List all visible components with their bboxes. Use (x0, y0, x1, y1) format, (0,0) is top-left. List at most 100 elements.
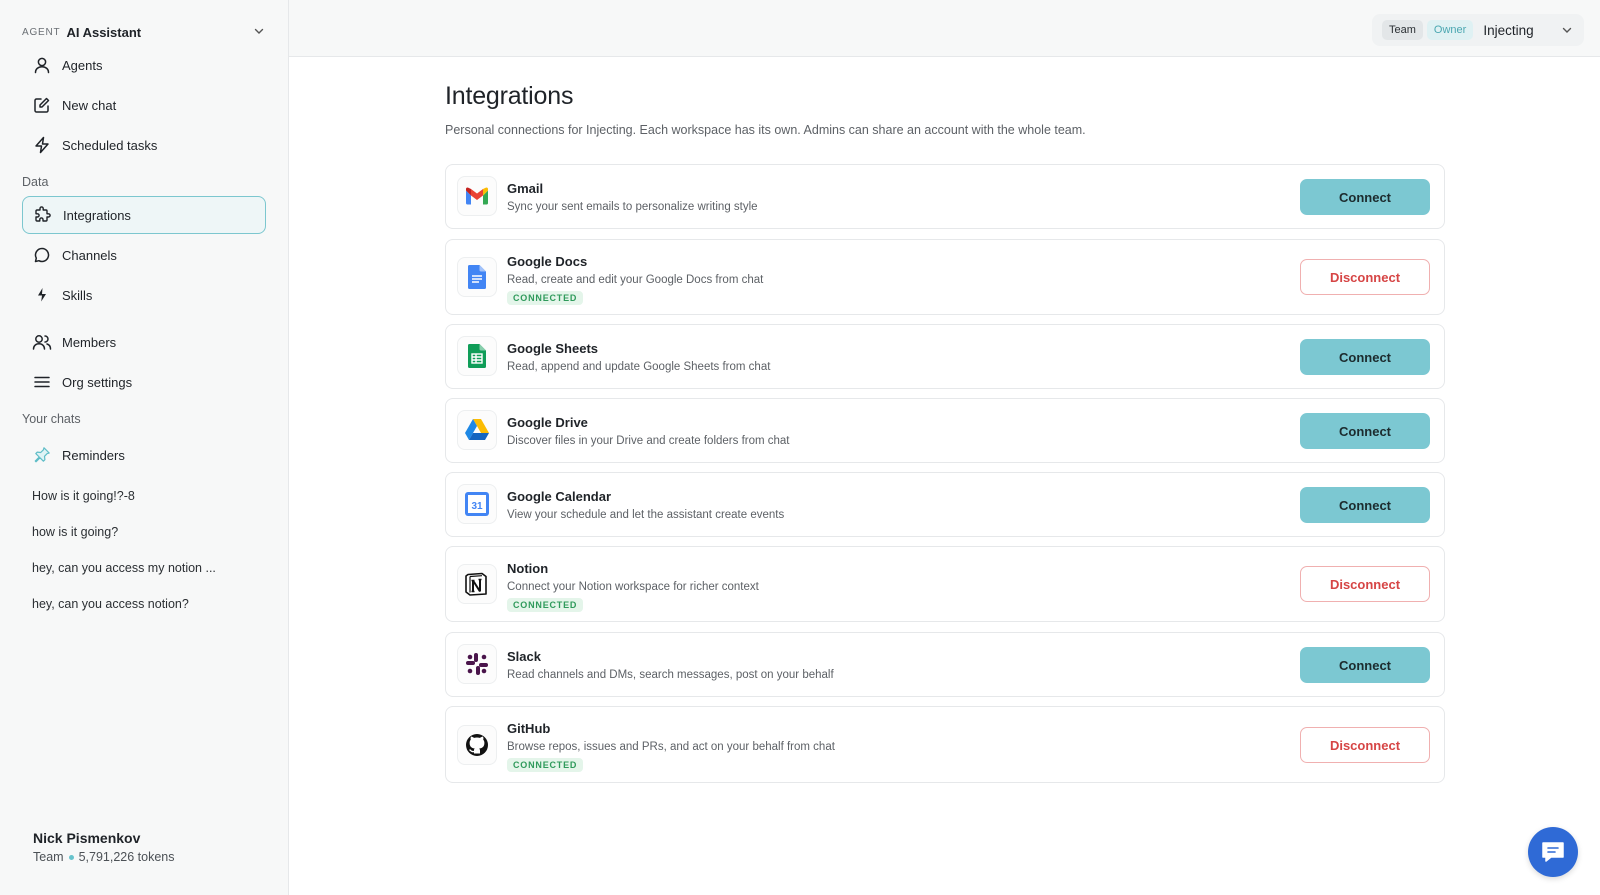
google-calendar-icon: 31 (457, 484, 497, 524)
integration-name: Google Sheets (507, 341, 599, 356)
connect-google-calendar-button[interactable]: Connect (1300, 487, 1430, 523)
integration-name: Google Drive (507, 415, 588, 430)
chat-history-item[interactable]: How is it going!?-8 (32, 489, 262, 503)
connect-google-drive-button[interactable]: Connect (1300, 413, 1430, 449)
sidebar-item-skills[interactable]: Skills (22, 276, 266, 314)
user-plan: Team (33, 850, 64, 864)
integration-card-github: GitHub Browse repos, issues and PRs, and… (445, 706, 1445, 783)
slack-icon (457, 644, 497, 684)
sidebar-item-label: Scheduled tasks (62, 137, 158, 153)
page-header: Integrations Personal connections for In… (445, 82, 1445, 137)
person-icon (32, 55, 52, 75)
workspace-name: Injecting (1483, 22, 1534, 38)
integration-card-google-calendar: 31 Google Calendar View your schedule an… (445, 472, 1445, 537)
integration-name: Gmail (507, 181, 544, 196)
support-chat-button[interactable] (1528, 827, 1578, 877)
calendar-day-number: 31 (471, 501, 483, 512)
integration-description: Read, create and edit your Google Docs f… (507, 274, 764, 286)
sidebar-item-members[interactable]: Members (22, 323, 266, 361)
team-badge: Team (1382, 20, 1423, 40)
disconnect-github-button[interactable]: Disconnect (1300, 727, 1430, 763)
integration-text: Gmail Sync your sent emails to personali… (507, 181, 758, 213)
agent-selector[interactable]: AGENT AI Assistant (22, 22, 266, 42)
pin-icon (32, 445, 52, 465)
integration-card-google-docs: Google Docs Read, create and edit your G… (445, 239, 1445, 315)
workspace-switcher[interactable]: Team Owner Injecting (1372, 14, 1584, 46)
sidebar-item-label: Integrations (63, 207, 131, 223)
connect-gmail-button[interactable]: Connect (1300, 179, 1430, 215)
separator-dot (68, 854, 74, 860)
disconnect-notion-button[interactable]: Disconnect (1300, 566, 1430, 602)
integration-description: Sync your sent emails to personalize wri… (507, 201, 758, 213)
section-label-data: Data (22, 175, 49, 189)
integration-text: Slack Read channels and DMs, search mess… (507, 649, 834, 681)
connected-badge: CONNECTED (507, 291, 584, 305)
integration-description: Discover files in your Drive and create … (507, 435, 790, 447)
menu-icon (32, 372, 52, 392)
integration-description: Read channels and DMs, search messages, … (507, 669, 834, 681)
role-badge: Owner (1426, 20, 1474, 40)
sidebar-item-new-chat[interactable]: New chat (22, 86, 266, 124)
integration-card-google-sheets: Google Sheets Read, append and update Go… (445, 324, 1445, 389)
sidebar-item-label: Agents (62, 57, 103, 73)
integration-text: Google Drive Discover files in your Driv… (507, 415, 790, 447)
chat-bubble-icon (32, 245, 52, 265)
edit-icon (32, 95, 52, 115)
page-subtitle: Personal connections for Injecting. Each… (445, 123, 1086, 137)
integration-description: Browse repos, issues and PRs, and act on… (507, 741, 835, 753)
sparkle-bolt-icon (32, 285, 52, 305)
integration-name: GitHub (507, 721, 551, 736)
google-sheets-icon (457, 336, 497, 376)
google-drive-icon (457, 410, 497, 450)
sidebar-item-label: Org settings (62, 374, 133, 390)
user-plan-line: Team 5,791,226 tokens (33, 850, 175, 864)
integration-text: Google Calendar View your schedule and l… (507, 489, 784, 521)
integration-name: Notion (507, 561, 549, 576)
integration-text: Google Sheets Read, append and update Go… (507, 341, 770, 373)
connected-badge: CONNECTED (507, 758, 584, 772)
integration-card-google-drive: Google Drive Discover files in your Driv… (445, 398, 1445, 463)
sidebar-item-label: Skills (62, 287, 93, 303)
sidebar: AGENT AI Assistant Agents New chat Sched… (0, 0, 289, 895)
user-tokens: 5,791,226 tokens (78, 850, 175, 864)
integration-description: Connect your Notion workspace for richer… (507, 581, 759, 593)
connect-google-sheets-button[interactable]: Connect (1300, 339, 1430, 375)
app-window: AGENT AI Assistant Agents New chat Sched… (0, 0, 1600, 895)
integration-text: GitHub Browse repos, issues and PRs, and… (507, 721, 835, 773)
sidebar-item-label: Members (62, 334, 117, 350)
connect-slack-button[interactable]: Connect (1300, 647, 1430, 683)
chat-history-item[interactable]: hey, can you access notion? (32, 597, 262, 611)
chat-history-item[interactable]: how is it going? (32, 525, 262, 539)
page-title: Integrations (445, 82, 574, 110)
integration-description: Read, append and update Google Sheets fr… (507, 361, 771, 373)
section-label-your-chats: Your chats (22, 412, 81, 426)
pinned-chat-label: Reminders (62, 447, 125, 463)
integration-card-gmail: Gmail Sync your sent emails to personali… (445, 164, 1445, 229)
integration-description: View your schedule and let the assistant… (507, 509, 785, 521)
chevron-down-icon (1562, 27, 1572, 33)
sidebar-item-channels[interactable]: Channels (22, 236, 266, 274)
integration-name: Google Docs (507, 254, 588, 269)
integration-card-slack: Slack Read channels and DMs, search mess… (445, 632, 1445, 697)
sidebar-item-org-settings[interactable]: Org settings (22, 363, 266, 401)
pinned-chat-reminders[interactable]: Reminders (22, 436, 266, 474)
integration-text: Google Docs Read, create and edit your G… (507, 254, 763, 306)
google-docs-icon (457, 257, 497, 297)
users-icon (32, 332, 52, 352)
user-profile[interactable]: Nick Pismenkov Team 5,791,226 tokens (33, 830, 175, 864)
integration-name: Google Calendar (507, 489, 612, 504)
notion-icon (457, 564, 497, 604)
integration-card-notion: Notion Connect your Notion workspace for… (445, 546, 1445, 622)
sidebar-item-integrations[interactable]: Integrations (22, 196, 266, 234)
bolt-icon (32, 135, 52, 155)
connected-badge: CONNECTED (507, 598, 584, 612)
chevron-down-icon (254, 28, 264, 34)
sidebar-item-scheduled-tasks[interactable]: Scheduled tasks (22, 126, 266, 164)
integration-name: Slack (507, 649, 541, 664)
github-icon (457, 725, 497, 765)
chat-history-item[interactable]: hey, can you access my notion ... (32, 561, 262, 575)
top-bar: Team Owner Injecting (289, 0, 1600, 57)
disconnect-google-docs-button[interactable]: Disconnect (1300, 259, 1430, 295)
sidebar-item-agents[interactable]: Agents (22, 46, 266, 84)
sidebar-item-label: New chat (62, 97, 117, 113)
